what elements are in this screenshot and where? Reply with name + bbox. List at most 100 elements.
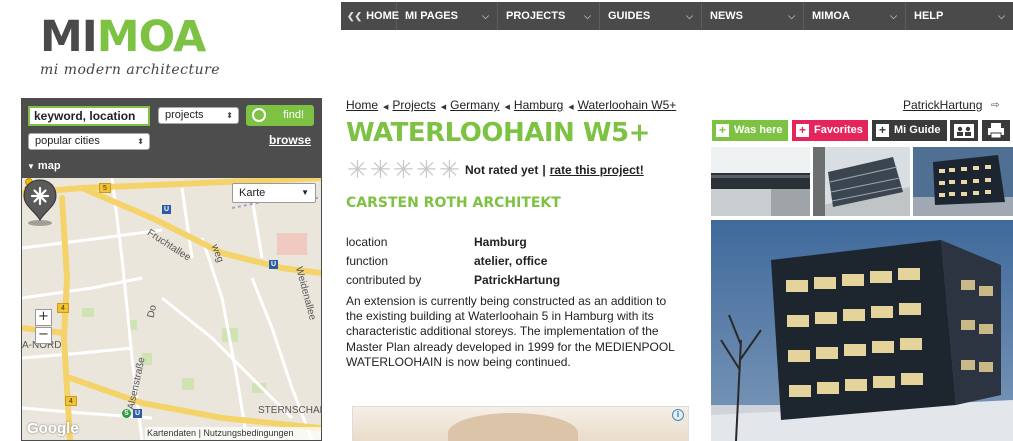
logo-mi: MI bbox=[40, 12, 98, 62]
map-terms-link[interactable]: Nutzungsbedingungen bbox=[203, 428, 293, 438]
map-attribution-separator: | bbox=[198, 428, 201, 438]
chevron-down-icon: ⌵ bbox=[998, 11, 1005, 21]
thumbnail-image bbox=[913, 147, 1013, 216]
ad-info-icon[interactable]: i bbox=[672, 409, 684, 421]
breadcrumb-hamburg[interactable]: Hamburg bbox=[514, 98, 563, 112]
nav-mimoa[interactable]: MIMOA ⌵ bbox=[804, 2, 906, 30]
popular-cities-select[interactable]: popular cities ⬍ bbox=[28, 133, 150, 150]
project-thumbnail[interactable] bbox=[813, 147, 910, 216]
map-zoom-in-button[interactable]: + bbox=[35, 309, 52, 326]
chevron-down-icon: ⌵ bbox=[482, 11, 489, 21]
star-icon[interactable]: ✳ bbox=[369, 157, 392, 182]
nav-label: MI PAGES bbox=[405, 10, 458, 22]
info-value[interactable]: atelier, office bbox=[474, 251, 560, 270]
search-type-select[interactable]: projects ⬍ bbox=[158, 107, 239, 124]
nav-label: MIMOA bbox=[812, 10, 850, 22]
google-map-logo: Google bbox=[27, 420, 79, 437]
print-button[interactable] bbox=[982, 120, 1010, 141]
info-key: function bbox=[346, 253, 389, 268]
favorites-button[interactable]: + Favorites bbox=[792, 120, 868, 141]
map-toggle[interactable]: ▼ map bbox=[27, 160, 61, 172]
rate-project-link[interactable]: rate this project! bbox=[550, 163, 644, 177]
project-main-photo[interactable] bbox=[711, 220, 1013, 441]
popular-cities-value: popular cities bbox=[35, 135, 100, 147]
plus-icon: + bbox=[796, 124, 809, 137]
nav-label: GUIDES bbox=[608, 10, 651, 22]
map-data-link[interactable]: Kartendaten bbox=[147, 428, 196, 438]
top-navigation: ❮❮ HOME MI PAGES ⌵ PROJECTS ⌵ GUIDES ⌵ NEWS ⌵… bbox=[341, 2, 1013, 30]
nav-news[interactable]: NEWS ⌵ bbox=[702, 2, 804, 30]
breadcrumb-project[interactable]: Waterloohain W5+ bbox=[578, 98, 677, 112]
keyword-search-input[interactable]: keyword, location bbox=[28, 106, 150, 126]
nav-mi-pages[interactable]: MI PAGES ⌵ bbox=[397, 2, 498, 30]
star-icon[interactable]: ✳ bbox=[415, 157, 438, 182]
search-panel: keyword, location projects ⬍ find! popula… bbox=[21, 98, 322, 441]
mimoa-logo[interactable]: MIMOA mi modern architecture bbox=[40, 14, 250, 84]
search-icon bbox=[252, 108, 266, 122]
project-location-pin-icon[interactable] bbox=[22, 178, 58, 226]
share-people-button[interactable] bbox=[950, 120, 978, 141]
project-thumbnail[interactable] bbox=[711, 147, 810, 216]
project-thumbnail[interactable] bbox=[913, 147, 1013, 216]
nav-home[interactable]: ❮❮ HOME bbox=[341, 2, 400, 30]
double-chevron-left-icon: ❮❮ bbox=[347, 11, 363, 21]
district-label-sternschanze: STERNSCHAN bbox=[258, 405, 321, 416]
architect-name[interactable]: CARSTEN ROTH ARCHITEKT bbox=[346, 195, 561, 211]
mi-guide-label: Mi Guide bbox=[894, 124, 941, 136]
breadcrumb-home[interactable]: Home bbox=[346, 98, 378, 112]
was-here-label: Was here bbox=[734, 124, 783, 136]
advertisement[interactable]: i bbox=[352, 406, 689, 441]
nav-projects[interactable]: PROJECTS ⌵ bbox=[498, 2, 600, 30]
info-row: location Hamburg bbox=[346, 232, 560, 251]
project-title: WATERLOOHAIN W5+ bbox=[346, 118, 650, 148]
rating-stars[interactable]: ✳ ✳ ✳ ✳ ✳ bbox=[346, 157, 461, 182]
info-value[interactable]: Hamburg bbox=[474, 232, 560, 251]
plus-icon: + bbox=[716, 124, 729, 137]
caret-left-icon: ◀ bbox=[568, 104, 574, 111]
road-number-badge: 4 bbox=[65, 396, 77, 406]
nav-label: PROJECTS bbox=[506, 10, 566, 22]
user-profile-link[interactable]: PatrickHartung bbox=[903, 98, 982, 112]
nav-label: NEWS bbox=[710, 10, 743, 22]
find-button[interactable]: find! bbox=[246, 105, 314, 126]
main-photo-image bbox=[711, 220, 1013, 441]
chevron-down-icon: ⌵ bbox=[890, 11, 897, 21]
was-here-button[interactable]: + Was here bbox=[712, 120, 788, 141]
rating-separator: | bbox=[542, 163, 546, 177]
select-arrows-icon: ⬍ bbox=[226, 111, 233, 120]
map-zoom-out-button[interactable]: − bbox=[35, 327, 52, 344]
ad-image bbox=[448, 413, 578, 441]
info-row: function atelier, office bbox=[346, 251, 560, 270]
subway-station-icon: U bbox=[269, 260, 278, 269]
breadcrumb-germany[interactable]: Germany bbox=[450, 98, 499, 112]
info-row: contributed by PatrickHartung bbox=[346, 270, 560, 289]
road-number-badge: 4 bbox=[57, 303, 69, 313]
subway-station-icon: U bbox=[162, 205, 171, 214]
breadcrumb: Home ◀ Projects ◀ Germany ◀ Hamburg ◀ Waterlooha… bbox=[346, 98, 676, 112]
plus-icon: + bbox=[876, 124, 889, 137]
search-type-value: projects bbox=[165, 109, 204, 121]
star-icon[interactable]: ✳ bbox=[392, 157, 415, 182]
sbahn-station-icon: S bbox=[122, 409, 131, 418]
mi-guide-button[interactable]: + Mi Guide bbox=[872, 120, 947, 141]
logo-wordmark: MIMOA bbox=[40, 14, 250, 60]
breadcrumb-projects[interactable]: Projects bbox=[392, 98, 435, 112]
map-toggle-label: map bbox=[37, 160, 61, 172]
thumbnail-image bbox=[711, 147, 810, 216]
logout-icon[interactable]: ⇨ bbox=[991, 100, 1003, 112]
info-value[interactable]: PatrickHartung bbox=[474, 270, 560, 289]
browse-link[interactable]: browse bbox=[269, 133, 311, 147]
nav-help[interactable]: HELP ⌵ bbox=[906, 2, 1013, 30]
chevron-down-icon: ⌵ bbox=[686, 11, 693, 21]
nav-guides[interactable]: GUIDES ⌵ bbox=[600, 2, 702, 30]
star-icon[interactable]: ✳ bbox=[438, 157, 461, 182]
map-type-select[interactable]: Karte ▼ bbox=[232, 183, 316, 203]
logo-tagline: mi modern architecture bbox=[40, 62, 221, 78]
map-attribution: Kartendaten | Nutzungsbedingungen bbox=[145, 427, 321, 440]
location-map[interactable]: Fruchtallee Weidenallee Alsenstraße A-NO… bbox=[22, 178, 321, 440]
star-icon[interactable]: ✳ bbox=[346, 157, 369, 182]
subway-station-icon: U bbox=[133, 409, 142, 418]
nav-home-label: HOME bbox=[366, 10, 400, 22]
people-icon bbox=[954, 124, 974, 138]
info-key: contributed by bbox=[346, 272, 422, 287]
